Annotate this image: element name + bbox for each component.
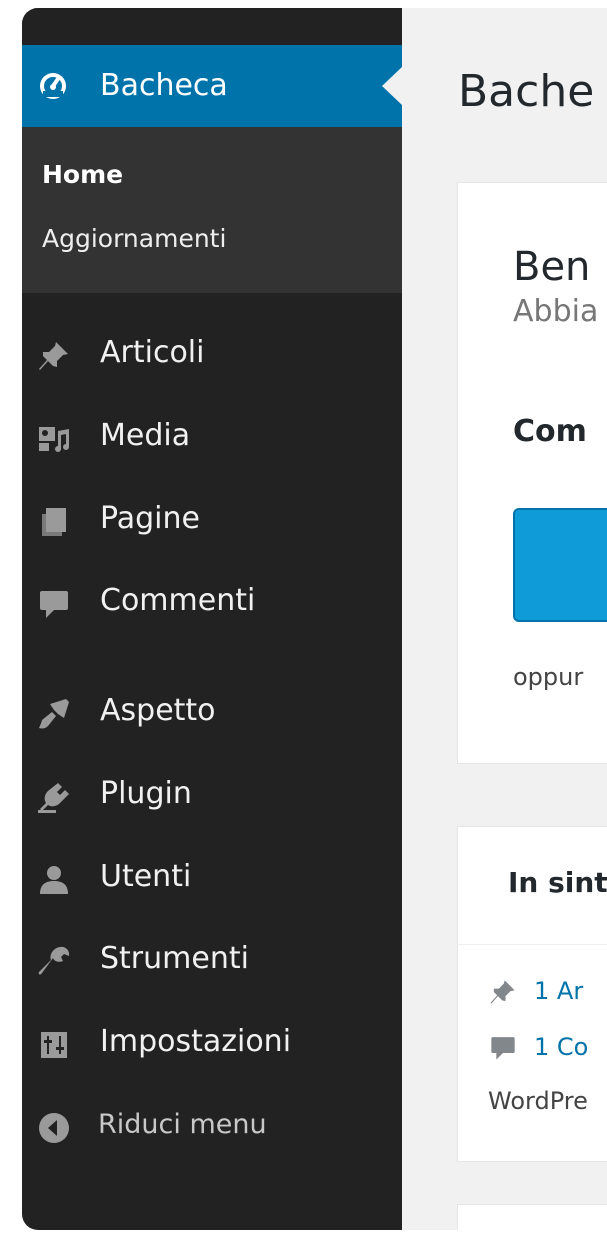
sidebar-item-articoli[interactable]: Articoli: [22, 318, 402, 388]
sidebar-item-label: Utenti: [100, 859, 192, 894]
submenu-item-home[interactable]: Home: [42, 159, 123, 191]
sidebar-item-label: Aspetto: [100, 693, 216, 728]
wp-admin-window: Bacheca Home Aggiornamenti Articoli Medi…: [22, 8, 607, 1230]
sidebar-item-strumenti[interactable]: Strumenti: [22, 924, 402, 994]
pin-icon: [490, 980, 515, 1004]
wordpress-version-text: WordPre: [488, 1087, 588, 1115]
at-a-glance-widget: In sinte 1 Ar 1 Co WordPre: [457, 826, 607, 1162]
sidebar-item-media[interactable]: Media: [22, 401, 402, 471]
widget-header[interactable]: In sinte: [458, 827, 607, 945]
sidebar-item-label: Media: [100, 418, 191, 453]
dashboard-icon: [40, 73, 66, 99]
posts-count-text: 1 Ar: [534, 977, 584, 1005]
sidebar-item-label: Strumenti: [100, 941, 249, 976]
comment-icon: [40, 591, 68, 618]
sidebar-item-pagine[interactable]: Pagine: [22, 484, 402, 554]
sidebar-top: [22, 8, 402, 45]
welcome-subheading: Abbia: [513, 294, 599, 329]
comments-count-text: 1 Co: [534, 1033, 589, 1061]
welcome-heading: Ben: [513, 244, 591, 290]
collapse-menu-label: Riduci menu: [98, 1109, 267, 1140]
sidebar-item-label: Commenti: [100, 583, 256, 618]
current-indicator-arrow: [382, 67, 402, 105]
wrench-icon: [38, 946, 70, 975]
sidebar-item-plugin[interactable]: Plugin: [22, 759, 402, 829]
plugin-icon: [38, 783, 69, 813]
sidebar-item-label: Articoli: [100, 335, 205, 370]
sidebar-item-impostazioni[interactable]: Impostazioni: [22, 1007, 402, 1077]
comments-count-link[interactable]: 1 Co: [488, 1031, 588, 1063]
admin-sidebar: Bacheca Home Aggiornamenti Articoli Medi…: [22, 8, 402, 1230]
sidebar-item-utenti[interactable]: Utenti: [22, 842, 402, 912]
collapse-arrow-icon: [39, 1113, 69, 1143]
page-title: Bache: [458, 66, 595, 117]
comment-icon: [491, 1037, 515, 1060]
activity-widget: [457, 1204, 607, 1230]
sidebar-item-label: Impostazioni: [100, 1024, 292, 1059]
sidebar-submenu: Home Aggiornamenti: [22, 127, 402, 293]
sidebar-item-bacheca[interactable]: Bacheca: [22, 45, 402, 127]
main-content: Bache Ben Abbia Com oppur In sinte 1 Ar …: [402, 8, 607, 1230]
welcome-panel: Ben Abbia Com oppur: [457, 182, 607, 764]
brush-icon: [39, 699, 69, 729]
sidebar-item-label: Plugin: [100, 776, 192, 811]
pages-icon: [42, 508, 66, 536]
posts-count-link[interactable]: 1 Ar: [488, 975, 583, 1007]
sidebar-item-label: Bacheca: [100, 68, 228, 103]
sidebar-item-aspetto[interactable]: Aspetto: [22, 676, 402, 746]
widget-title: In sinte: [508, 866, 607, 899]
collapse-menu-button[interactable]: Riduci menu: [22, 1090, 402, 1160]
or-text: oppur: [513, 663, 584, 691]
submenu-item-aggiornamenti[interactable]: Aggiornamenti: [42, 223, 226, 255]
customize-site-button[interactable]: [513, 508, 607, 622]
sidebar-item-label: Pagine: [100, 501, 200, 536]
settings-icon: [41, 1032, 67, 1058]
pin-icon: [39, 342, 68, 370]
user-icon: [40, 866, 68, 894]
sidebar-item-commenti[interactable]: Commenti: [22, 566, 402, 636]
media-icon: [39, 427, 69, 452]
get-started-title: Com: [513, 414, 587, 449]
